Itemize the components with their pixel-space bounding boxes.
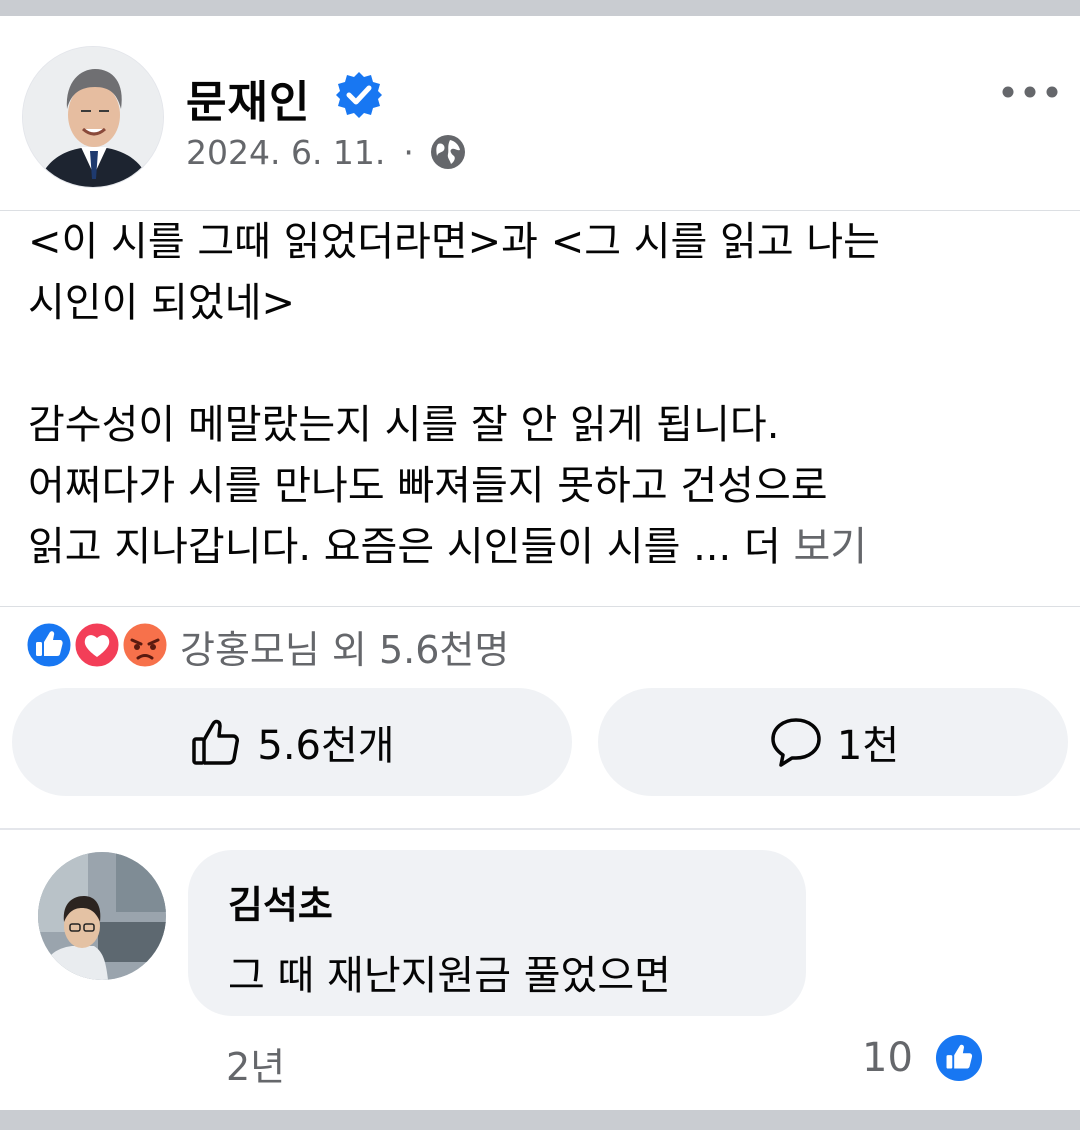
like-button[interactable]: 5.6천개 bbox=[12, 688, 572, 796]
commenter-avatar[interactable] bbox=[38, 852, 166, 980]
comment-like-count: 10 bbox=[862, 1035, 913, 1081]
globe-icon bbox=[430, 135, 465, 169]
reactions-summary[interactable]: 강홍모님 외 5.6천명 bbox=[24, 618, 509, 674]
comment-bubble[interactable]: 김석초 그 때 재난지원금 풀었으면 bbox=[188, 850, 806, 1016]
comment-likes[interactable]: 10 bbox=[862, 1034, 983, 1082]
bottom-separator-bar bbox=[0, 1110, 1080, 1130]
more-options-icon[interactable] bbox=[1000, 82, 1060, 102]
verified-badge-icon bbox=[336, 72, 382, 118]
post-text-line: 시인이 되었네> bbox=[28, 280, 296, 326]
body-divider bbox=[0, 606, 1080, 607]
author-avatar[interactable] bbox=[22, 46, 164, 188]
post-text-tail: 읽고 지나갑니다. 요즘은 시인들이 시를 ... 더 bbox=[28, 524, 794, 570]
actions-divider bbox=[0, 828, 1080, 830]
see-more-link[interactable]: 보기 bbox=[793, 524, 867, 570]
reaction-icons bbox=[24, 620, 174, 672]
love-reaction-icon bbox=[72, 620, 122, 670]
angry-reaction-icon bbox=[120, 620, 170, 670]
author-name[interactable]: 문재인 bbox=[186, 66, 310, 130]
comment-text: 그 때 재난지원금 풀었으면 bbox=[228, 953, 671, 999]
comment-like-icon bbox=[935, 1034, 982, 1082]
meta-separator: · bbox=[403, 132, 414, 172]
post-text-line: 어쩌다가 시를 만나도 빠져들지 못하고 건성으로 bbox=[28, 463, 828, 509]
post-header: 문재인 2024. 6. 11. · bbox=[0, 24, 1080, 210]
comment-bubble-icon bbox=[771, 718, 821, 767]
commenter-name[interactable]: 김석초 bbox=[228, 874, 766, 929]
thumbs-up-icon bbox=[192, 719, 240, 765]
post-text: <이 시를 그때 읽었더라면>과 <그 시를 읽고 나는 시인이 되었네> 감수… bbox=[28, 212, 1058, 578]
header-divider bbox=[0, 210, 1080, 211]
comment-count: 1천 bbox=[836, 723, 900, 769]
post-date[interactable]: 2024. 6. 11. bbox=[186, 133, 385, 172]
post-meta: 2024. 6. 11. · bbox=[186, 132, 468, 172]
reactions-count: 강홍모님 외 5.6천명 bbox=[180, 627, 510, 672]
post-text-line: 읽고 지나갑니다. 요즘은 시인들이 시를 ... 더 보기 bbox=[28, 517, 1058, 578]
post-text-line: <이 시를 그때 읽었더라면>과 <그 시를 읽고 나는 bbox=[28, 219, 880, 265]
post-text-line: 감수성이 메말랐는지 시를 잘 안 읽게 됩니다. bbox=[28, 402, 780, 448]
like-count: 5.6천개 bbox=[257, 723, 395, 769]
comment-button[interactable]: 1천 bbox=[598, 688, 1068, 796]
like-reaction-icon bbox=[24, 620, 74, 670]
comment-timestamp[interactable]: 2년 bbox=[226, 1036, 285, 1091]
top-separator-bar bbox=[0, 0, 1080, 16]
